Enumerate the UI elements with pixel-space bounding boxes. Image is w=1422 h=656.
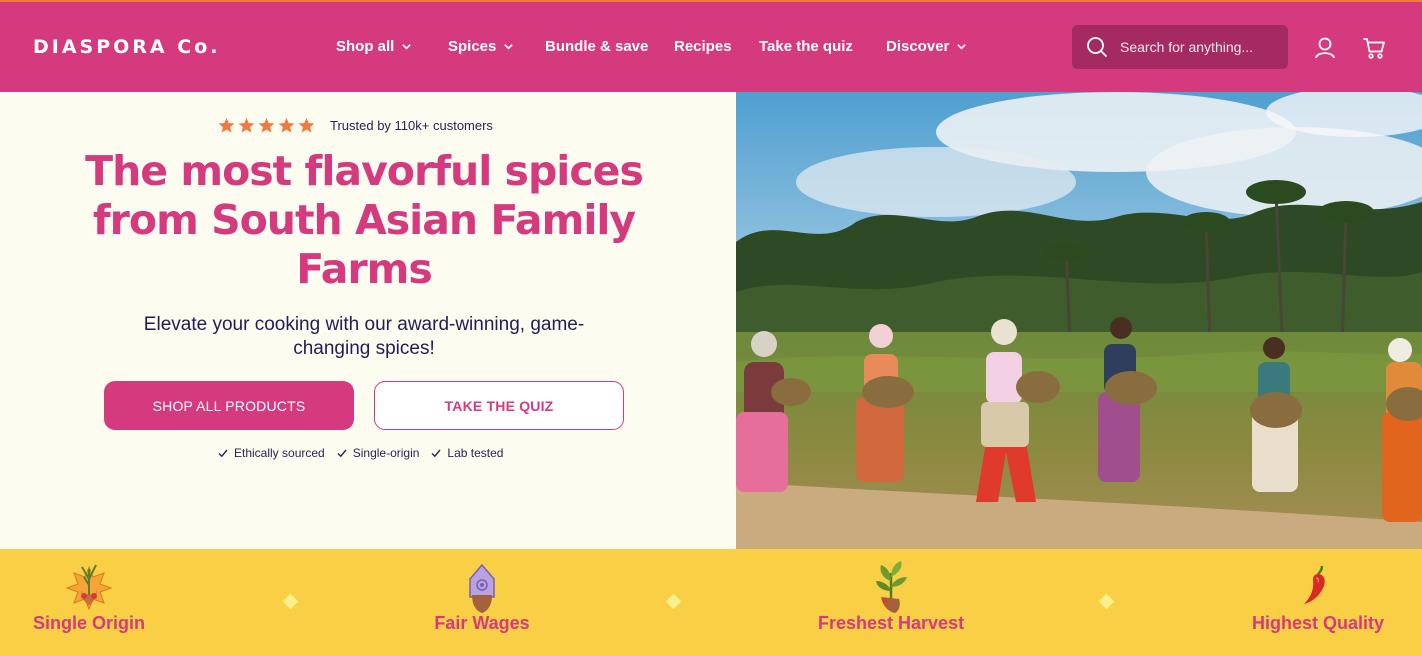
checkmark-icon — [337, 449, 347, 458]
hand-holding-house-icon — [469, 563, 495, 613]
check-label: Ethically sourced — [234, 446, 325, 460]
star-icon — [298, 117, 315, 133]
benefit-checks: Ethically sourced Single-origin Lab test… — [218, 446, 503, 460]
checkmark-icon — [431, 449, 441, 458]
nav-item-take-the-quiz[interactable]: Take the quiz — [759, 38, 853, 55]
nav-item-label: Shop all — [336, 38, 395, 55]
value-label: Highest Quality — [1251, 613, 1385, 633]
check-label: Lab tested — [447, 446, 504, 460]
nav-item-label: Bundle & save — [545, 38, 649, 55]
checkmark-icon — [218, 449, 228, 458]
take-the-quiz-button[interactable]: TAKE THE QUIZ — [374, 381, 624, 430]
star-icon — [258, 117, 275, 133]
nav-item-spices[interactable]: Spices — [448, 38, 514, 55]
value-freshest-harvest: Freshest Harvest — [818, 557, 964, 634]
star-icon — [218, 117, 235, 133]
hands-holding-plant-icon — [65, 564, 113, 611]
site-header: DIASPORA Co. Shop all Spices Bundle & sa… — [0, 0, 1422, 92]
hero-content: Trusted by 110k+ customers The most flav… — [0, 92, 736, 549]
chili-pepper-icon — [1304, 565, 1325, 604]
check-label: Single-origin — [352, 446, 420, 460]
search-input[interactable] — [1120, 39, 1280, 55]
value-label: Freshest Harvest — [818, 613, 965, 633]
account-icon[interactable] — [1314, 36, 1336, 60]
nav-item-label: Recipes — [674, 38, 732, 55]
brand-logo[interactable]: DIASPORA Co. — [33, 36, 220, 58]
hero-subtitle: Elevate your cooking with our award-winn… — [143, 314, 585, 359]
diamond-divider — [665, 593, 682, 610]
trust-text: Trusted by 110k+ customers — [330, 118, 493, 133]
search-icon — [1087, 37, 1108, 58]
star-rating — [218, 117, 315, 134]
nav-item-label: Take the quiz — [759, 38, 853, 55]
shop-all-products-button[interactable]: SHOP ALL PRODUCTS — [104, 381, 354, 430]
search-bar[interactable] — [1072, 25, 1288, 69]
hero-title: The most flavorful spices from South Asi… — [85, 147, 644, 293]
chevron-down-icon — [402, 44, 412, 50]
nav-item-recipes[interactable]: Recipes — [674, 38, 732, 55]
trust-rating: Trusted by 110k+ customers — [218, 117, 493, 134]
chevron-down-icon — [504, 44, 514, 50]
check-item: Single-origin — [337, 446, 420, 460]
value-fair-wages: Fair Wages — [431, 557, 533, 634]
cart-icon[interactable] — [1362, 36, 1386, 60]
value-single-origin: Single Origin — [33, 557, 145, 634]
diamond-divider — [282, 593, 299, 610]
value-label: Single Origin — [33, 613, 146, 633]
nav-item-label: Discover — [886, 38, 950, 55]
nav-item-shop-all[interactable]: Shop all — [336, 38, 412, 55]
diamond-divider — [1098, 593, 1115, 610]
nav-item-label: Spices — [448, 38, 497, 55]
hand-holding-sprout-icon — [876, 561, 907, 613]
nav-item-discover[interactable]: Discover — [886, 38, 967, 55]
check-item: Ethically sourced — [218, 446, 325, 460]
nav-item-bundle-save[interactable]: Bundle & save — [545, 38, 648, 55]
values-band: Single Origin Fair Wages Freshest Harves… — [0, 549, 1422, 656]
farm-workers-illustration — [736, 92, 1422, 549]
hero-farm-photo — [736, 92, 1422, 549]
value-highest-quality: Highest Quality — [1250, 562, 1386, 634]
value-label: Fair Wages — [434, 613, 530, 633]
star-icon — [238, 117, 255, 133]
chevron-down-icon — [957, 44, 967, 50]
star-icon — [278, 117, 295, 133]
check-item: Lab tested — [431, 446, 503, 460]
